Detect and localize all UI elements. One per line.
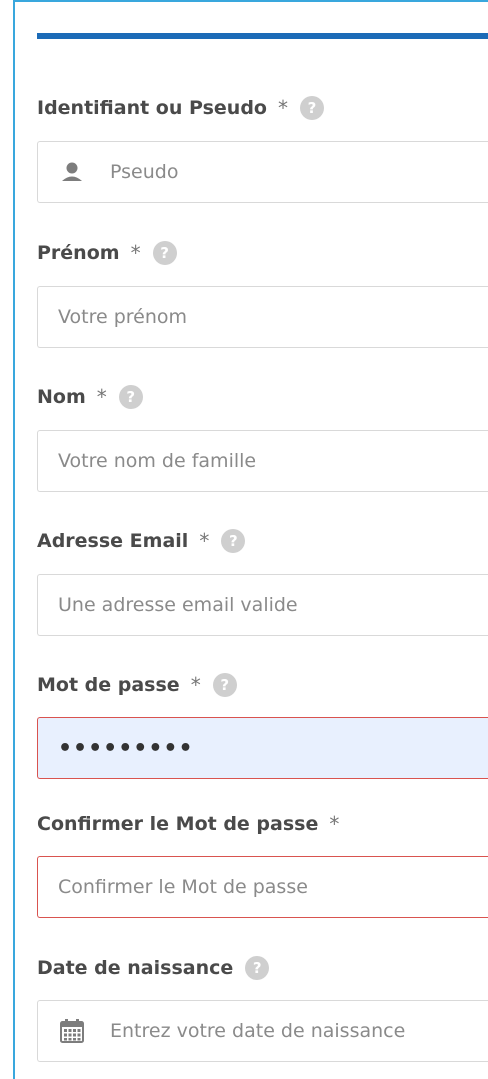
required-asterisk: *: [190, 673, 201, 697]
required-asterisk: *: [329, 812, 340, 836]
label-firstname: Prénom * ?: [37, 240, 177, 266]
email-placeholder: Une adresse email valide: [58, 594, 298, 616]
username-placeholder: Pseudo: [110, 161, 179, 183]
label-confirm-password-text: Confirmer le Mot de passe: [37, 813, 319, 835]
firstname-placeholder: Votre prénom: [58, 306, 188, 328]
label-lastname-text: Nom: [37, 386, 86, 408]
label-password: Mot de passe * ?: [37, 672, 237, 698]
lastname-input[interactable]: Votre nom de famille: [37, 430, 488, 492]
user-icon: [58, 158, 86, 186]
label-password-text: Mot de passe: [37, 674, 180, 696]
help-icon[interactable]: ?: [118, 385, 143, 409]
label-lastname: Nom * ?: [37, 384, 143, 410]
password-input[interactable]: •••••••••: [37, 717, 488, 779]
firstname-input[interactable]: Votre prénom: [37, 286, 488, 348]
confirm-password-input[interactable]: Confirmer le Mot de passe: [37, 856, 488, 918]
email-input[interactable]: Une adresse email valide: [37, 574, 488, 636]
help-icon[interactable]: ?: [212, 673, 237, 697]
username-input[interactable]: Pseudo: [37, 141, 488, 203]
help-icon[interactable]: ?: [221, 529, 246, 553]
label-username-text: Identifiant ou Pseudo: [37, 97, 267, 119]
birthdate-placeholder: Entrez votre date de naissance: [110, 1020, 406, 1042]
lastname-placeholder: Votre nom de famille: [58, 450, 257, 472]
header-accent-bar: [37, 33, 488, 39]
help-icon[interactable]: ?: [152, 241, 177, 265]
label-email: Adresse Email * ?: [37, 528, 246, 554]
required-asterisk: *: [96, 385, 107, 409]
label-username: Identifiant ou Pseudo * ?: [37, 95, 324, 121]
label-birthdate: Date de naissance ?: [37, 955, 270, 981]
password-value: •••••••••: [58, 735, 194, 761]
calendar-icon: [58, 1017, 86, 1045]
help-icon[interactable]: ?: [299, 96, 324, 120]
label-email-text: Adresse Email: [37, 530, 189, 552]
label-firstname-text: Prénom: [37, 242, 120, 264]
label-confirm-password: Confirmer le Mot de passe *: [37, 811, 339, 837]
confirm-password-placeholder: Confirmer le Mot de passe: [58, 876, 308, 898]
required-asterisk: *: [277, 96, 288, 120]
required-asterisk: *: [199, 529, 210, 553]
help-icon[interactable]: ?: [245, 956, 270, 980]
required-asterisk: *: [130, 241, 141, 265]
label-birthdate-text: Date de naissance: [37, 957, 234, 979]
birthdate-input[interactable]: Entrez votre date de naissance: [37, 1000, 488, 1062]
